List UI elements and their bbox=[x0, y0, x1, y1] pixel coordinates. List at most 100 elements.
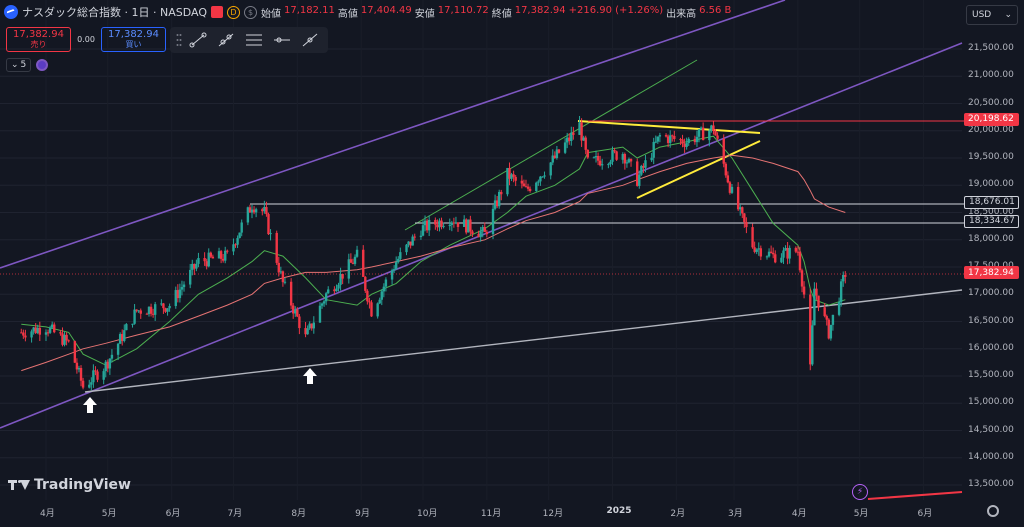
symbol-logo-icon bbox=[4, 5, 18, 19]
candle bbox=[207, 248, 210, 268]
candle bbox=[298, 314, 301, 335]
candle bbox=[92, 364, 95, 388]
moving-averages bbox=[21, 135, 846, 372]
lightning-icon[interactable]: ⚡ bbox=[852, 484, 868, 500]
candle bbox=[246, 206, 250, 226]
ohlc-values: 始値 17,182.11 高値 17,404.49 安値 17,110.72 終… bbox=[261, 5, 731, 20]
candle bbox=[508, 162, 511, 186]
candle bbox=[67, 339, 70, 343]
candle bbox=[46, 329, 50, 337]
candle bbox=[151, 308, 155, 318]
candle bbox=[623, 152, 627, 170]
candle bbox=[384, 277, 388, 292]
candle bbox=[108, 358, 112, 375]
candle bbox=[147, 306, 151, 317]
candle bbox=[580, 118, 583, 147]
price-tag: 18,334.67 bbox=[964, 214, 1019, 228]
candle bbox=[491, 205, 495, 240]
candle bbox=[465, 218, 468, 235]
candle bbox=[813, 282, 816, 326]
price-chart[interactable] bbox=[0, 0, 1024, 527]
parallel-channel-tool-icon[interactable] bbox=[242, 29, 266, 51]
candle bbox=[395, 256, 398, 270]
candle bbox=[609, 159, 612, 167]
candle bbox=[514, 174, 517, 187]
candle bbox=[753, 241, 756, 254]
currency-selector[interactable]: USD ⌄ bbox=[966, 5, 1018, 25]
trend-line-tool-icon[interactable] bbox=[186, 29, 210, 51]
candle bbox=[743, 213, 746, 228]
candle bbox=[73, 340, 77, 364]
candle bbox=[409, 241, 412, 249]
candle bbox=[197, 252, 200, 268]
candle bbox=[123, 324, 126, 343]
candle bbox=[189, 263, 192, 289]
indicator-row: ⌄ 5 bbox=[6, 58, 49, 72]
candle bbox=[162, 302, 165, 314]
candle bbox=[774, 250, 777, 264]
symbol-title[interactable]: ナスダック総合指数 · 1日 · NASDAQ bbox=[22, 4, 207, 20]
candle bbox=[269, 229, 272, 241]
candle bbox=[493, 194, 497, 211]
candle bbox=[596, 152, 600, 166]
candle bbox=[584, 135, 587, 155]
time-axis-tick: 8月 bbox=[291, 509, 307, 519]
candle bbox=[63, 331, 66, 347]
candle bbox=[193, 263, 196, 275]
candle bbox=[520, 175, 524, 189]
candle bbox=[351, 258, 355, 265]
candle bbox=[425, 218, 429, 233]
candle bbox=[710, 124, 713, 133]
candle bbox=[153, 301, 157, 321]
high-label: 高値 bbox=[337, 8, 358, 20]
candle bbox=[75, 358, 79, 374]
candle bbox=[411, 234, 414, 246]
indicators-collapse-button[interactable]: ⌄ 5 bbox=[6, 58, 32, 72]
candle bbox=[292, 302, 295, 319]
ray-tool-icon[interactable] bbox=[214, 29, 238, 51]
flag-icon[interactable] bbox=[210, 6, 223, 18]
candle bbox=[110, 349, 114, 363]
candle bbox=[355, 245, 359, 258]
candle bbox=[349, 253, 353, 263]
grip-icon[interactable] bbox=[176, 33, 182, 47]
gear-icon[interactable] bbox=[987, 505, 999, 517]
horizontal-line-tool-icon[interactable] bbox=[270, 29, 294, 51]
time-axis-tick: 5月 bbox=[101, 509, 117, 519]
currency-badge: $ bbox=[243, 5, 257, 19]
candle bbox=[788, 245, 791, 264]
candle bbox=[506, 167, 509, 197]
candle bbox=[582, 135, 585, 141]
time-axis-tick: 4月 bbox=[40, 509, 55, 519]
candle bbox=[716, 132, 719, 141]
indicator-source-icon[interactable] bbox=[36, 59, 49, 71]
buy-button[interactable]: 17,382.94 買い bbox=[101, 27, 166, 52]
candle bbox=[434, 217, 437, 230]
candle bbox=[636, 158, 639, 187]
long-moving-average-line bbox=[21, 154, 846, 372]
candle bbox=[24, 329, 27, 342]
price-axis-tick: 14,000.00 bbox=[968, 451, 1014, 462]
price-axis-tick: 18,000.00 bbox=[968, 233, 1014, 244]
candle bbox=[553, 151, 557, 159]
candle bbox=[454, 216, 458, 225]
candle bbox=[32, 326, 35, 335]
tradingview-logo[interactable]: TradingView bbox=[8, 477, 131, 493]
time-axis-tick: 2月 bbox=[670, 509, 686, 519]
candle bbox=[65, 332, 68, 346]
candle bbox=[234, 243, 237, 248]
candle bbox=[96, 369, 99, 383]
candle bbox=[44, 329, 48, 341]
time-axis-tick: 5月 bbox=[853, 509, 869, 519]
time-axis-tick: 12月 bbox=[542, 509, 564, 519]
candle bbox=[786, 241, 789, 265]
candle bbox=[166, 308, 169, 316]
extended-line-tool-icon[interactable] bbox=[298, 29, 322, 51]
candle bbox=[333, 286, 336, 295]
sell-button[interactable]: 17,382.94 売り bbox=[6, 27, 71, 52]
high-value: 17,404.49 bbox=[360, 4, 412, 16]
indicator-count: 5 bbox=[20, 60, 27, 70]
candle bbox=[784, 245, 787, 251]
price-axis-tick: 19,500.00 bbox=[968, 152, 1014, 162]
candle bbox=[811, 320, 814, 366]
